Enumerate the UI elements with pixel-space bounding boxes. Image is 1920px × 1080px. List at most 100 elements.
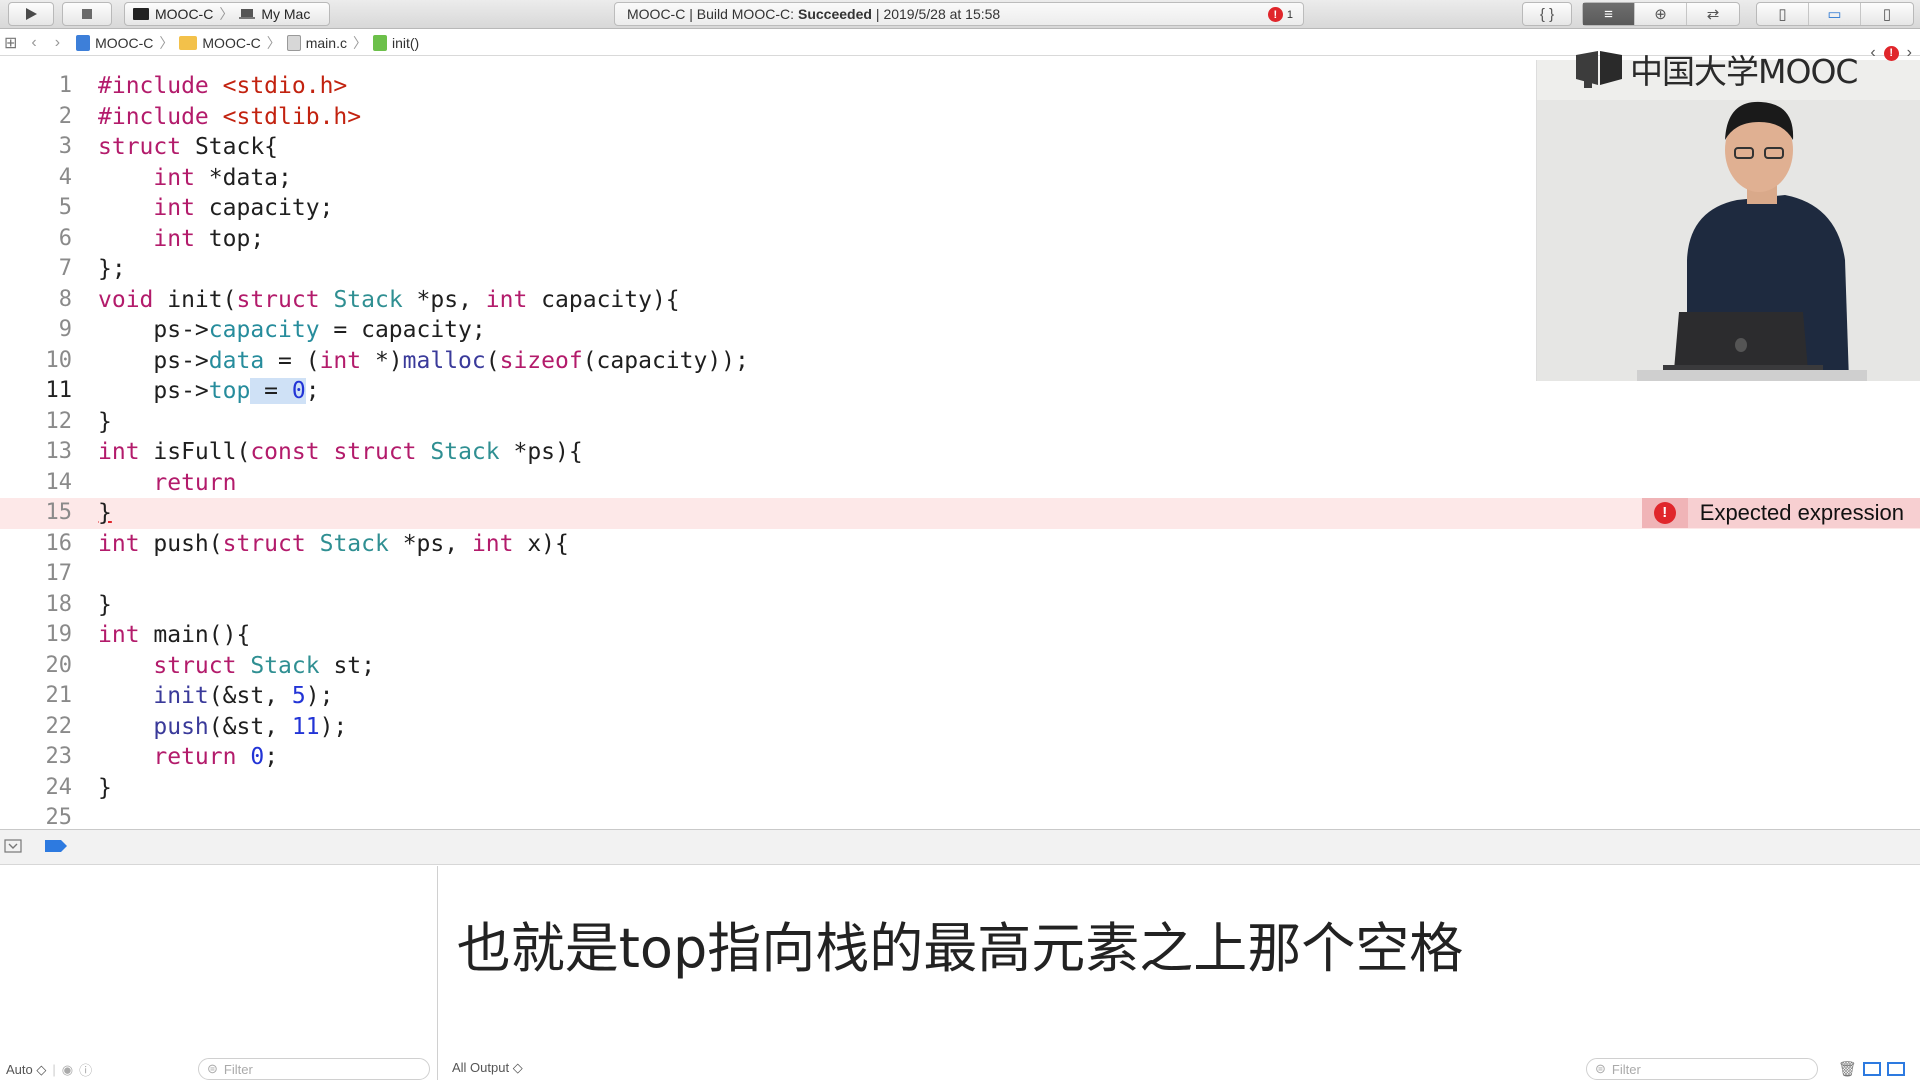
forward-arrow-icon[interactable]: › xyxy=(55,34,60,52)
line-number: 24 xyxy=(45,774,73,800)
previous-issue-icon[interactable]: ‹ xyxy=(1870,44,1875,62)
line-number: 3 xyxy=(58,134,72,159)
back-arrow-icon[interactable]: ‹ xyxy=(31,34,36,52)
output-scope-selector[interactable]: All Output ◇ xyxy=(452,1060,523,1076)
split-right-icon[interactable] xyxy=(1887,1062,1906,1076)
line-number: 2 xyxy=(58,103,72,129)
code-line[interactable]: 22 push(&st, 11); xyxy=(0,712,1920,743)
console-filter-placeholder: Filter xyxy=(1611,1061,1641,1077)
console-filter[interactable]: ⊜ Filter xyxy=(1586,1058,1818,1080)
filter-icon: ⊜ xyxy=(1595,1061,1606,1076)
lecturer-image xyxy=(1537,60,1920,381)
status-prefix: MOOC-C | Build MOOC-C: xyxy=(627,6,794,22)
line-number: 9 xyxy=(58,317,72,342)
breadcrumb-symbol-label: init() xyxy=(391,34,420,51)
breadcrumb-group[interactable]: MOOC-C xyxy=(179,34,261,51)
line-number: 17 xyxy=(45,561,73,586)
project-icon xyxy=(76,34,91,51)
folder-icon xyxy=(179,35,198,50)
breadcrumb-file-label: main.c xyxy=(305,34,347,51)
version-editor-button[interactable]: ⇄ xyxy=(1687,3,1739,25)
error-annotation[interactable]: ! Expected expression xyxy=(1641,498,1920,528)
run-button[interactable] xyxy=(8,2,54,26)
status-time: | 2019/5/28 at 15:58 xyxy=(875,6,1001,22)
code-line[interactable]: 12} xyxy=(0,407,1920,438)
mooc-logo: 中国大学MOOC xyxy=(1574,45,1858,93)
code-line[interactable]: 19 int main(){ xyxy=(0,620,1920,651)
code-line[interactable]: 18} xyxy=(0,590,1920,621)
view-toggle-control: ▯ ▭ ▯ xyxy=(1756,2,1914,26)
breadcrumb-project[interactable]: MOOC-C xyxy=(76,34,153,51)
editor-mode-control: ≡ ⊕ ⇄ xyxy=(1582,2,1740,26)
braces-icon: { } xyxy=(1539,5,1555,23)
line-number: 14 xyxy=(45,469,73,495)
error-count: 1 xyxy=(1286,8,1293,21)
code-line-error[interactable]: 15} ! Expected expression xyxy=(0,498,1920,529)
line-number: 19 xyxy=(45,622,73,647)
line-number: 13 xyxy=(45,439,73,464)
debug-area-toggle-button[interactable]: ▭ xyxy=(1809,3,1861,25)
code-line[interactable]: 16 int push(struct Stack *ps, int x){ xyxy=(0,529,1920,560)
utilities-toggle-button[interactable]: ▯ xyxy=(1861,3,1913,25)
split-left-icon[interactable] xyxy=(1863,1062,1882,1076)
line-number: 16 xyxy=(45,530,73,556)
error-icon: ! xyxy=(1641,498,1688,528)
info-icon[interactable]: ⓘ xyxy=(79,1060,92,1079)
error-count-badge[interactable]: ! 1 xyxy=(1267,7,1293,22)
c-file-icon xyxy=(286,34,301,51)
error-message: Expected expression xyxy=(1699,499,1904,525)
trash-icon[interactable]: 🗑 xyxy=(1838,1060,1857,1078)
code-line[interactable]: 20 struct Stack st; xyxy=(0,651,1920,682)
status-result: Succeeded xyxy=(797,6,872,22)
code-line[interactable]: 23 return 0; xyxy=(0,742,1920,773)
lecturer-video xyxy=(1536,60,1920,381)
debug-bar xyxy=(0,829,1920,865)
code-line[interactable]: 24} xyxy=(0,773,1920,804)
line-number: 23 xyxy=(45,744,73,769)
chevron-right-icon: 〉 xyxy=(219,6,234,22)
error-icon[interactable]: ! xyxy=(1883,45,1899,61)
line-number: 11 xyxy=(45,378,73,403)
breadcrumb-file[interactable]: main.c xyxy=(286,34,347,51)
next-issue-icon[interactable]: › xyxy=(1907,44,1912,62)
output-scope-bar: All Output ◇ xyxy=(452,1060,523,1076)
code-line[interactable]: 13 int isFull(const struct Stack *ps){ xyxy=(0,437,1920,468)
assistant-editor-button[interactable]: ⊕ xyxy=(1635,3,1687,25)
line-number: 15 xyxy=(45,500,73,525)
toolbar: MOOC-C 〉 My Mac MOOC-C | Build MOOC-C: S… xyxy=(0,0,1920,29)
line-number: 7 xyxy=(58,256,72,281)
logo-text: 中国大学MOOC xyxy=(1630,52,1858,91)
breakpoint-icon[interactable] xyxy=(45,840,67,852)
eye-icon[interactable]: ◉ xyxy=(62,1062,73,1078)
code-line[interactable]: 21 init(&st, 5); xyxy=(0,681,1920,712)
navigator-toggle-button[interactable]: ▯ xyxy=(1757,3,1809,25)
variables-view[interactable] xyxy=(0,866,438,1080)
variables-filter[interactable]: ⊜ Filter xyxy=(198,1058,430,1080)
variables-scope-selector[interactable]: Auto ◇ xyxy=(6,1062,46,1078)
activity-status: MOOC-C | Build MOOC-C: Succeeded | 2019/… xyxy=(614,2,1304,26)
breadcrumb-group-label: MOOC-C xyxy=(202,34,261,51)
variables-scope-bar: Auto ◇ | ◉ ⓘ xyxy=(6,1060,93,1079)
terminal-icon xyxy=(133,8,149,20)
code-line[interactable]: 25 xyxy=(0,803,1920,827)
code-line[interactable]: 14 return xyxy=(0,468,1920,499)
hide-debug-area-icon[interactable] xyxy=(4,839,22,853)
scheme-selector[interactable]: MOOC-C 〉 My Mac xyxy=(124,2,330,26)
code-line[interactable]: 17 xyxy=(0,559,1920,590)
library-button[interactable]: { } xyxy=(1522,2,1572,26)
line-number: 25 xyxy=(45,805,73,827)
related-items-icon[interactable]: ⊞ xyxy=(4,33,17,53)
chevron-right-icon: 〉 xyxy=(266,34,281,51)
stop-button[interactable] xyxy=(62,2,112,26)
stop-icon xyxy=(82,9,92,19)
function-icon xyxy=(372,34,387,51)
play-icon xyxy=(26,8,37,20)
line-number: 22 xyxy=(45,713,73,739)
line-number: 8 xyxy=(58,286,72,312)
standard-editor-button[interactable]: ≡ xyxy=(1583,3,1635,25)
console-actions: 🗑 xyxy=(1838,1060,1906,1078)
laptop-icon xyxy=(239,9,256,19)
line-number: 20 xyxy=(45,652,73,678)
breadcrumb-symbol[interactable]: init() xyxy=(372,34,420,51)
filter-icon: ⊜ xyxy=(207,1061,218,1076)
